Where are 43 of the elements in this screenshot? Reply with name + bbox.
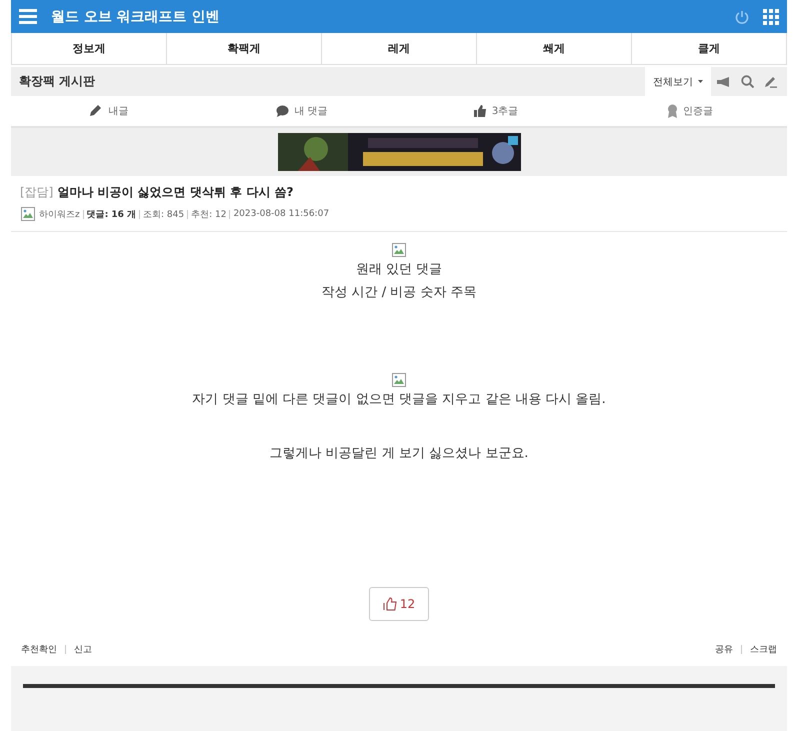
broken-image-icon [391,372,407,388]
board-tab[interactable]: 쐐게 [477,33,632,65]
speech-bubble-icon [276,105,290,117]
recommend-count: 추천: 12 [191,208,226,220]
view-select[interactable]: 전체보기 [645,67,711,96]
board-tab[interactable]: 클게 [632,33,787,65]
footer-link[interactable]: 추천확인 [21,643,57,656]
apps-grid-icon[interactable] [763,8,779,24]
post-title: [잡담] 얼마나 비공이 싫었으면 댓삭튀 후 다시 씀? [20,184,294,201]
post-date: 2023-08-08 11:56:07 [233,209,330,219]
footer-link[interactable]: 신고 [74,643,92,656]
footer-link[interactable]: 스크랩 [750,643,777,656]
author-name[interactable]: 하이워즈z [39,208,80,220]
view-count: 조회: 845 [143,208,184,220]
thumbs-up-icon [382,597,397,611]
power-icon[interactable] [735,10,749,24]
pencil-icon [88,104,104,118]
board-tab[interactable]: 레게 [322,33,477,65]
filter-link[interactable]: 내글 [11,96,205,126]
body-text: 그렇게나 비공달린 게 보기 싫으셨나 보군요. [270,445,528,463]
body-text: 작성 시간 / 비공 숫자 주목 [321,284,477,302]
broken-image-icon [391,242,407,258]
body-text: 자기 댓글 밑에 다른 댓글이 없으면 댓글을 지우고 같은 내용 다시 올림. [192,391,606,409]
filter-link[interactable]: 내 댓글 [205,96,399,126]
filter-link[interactable]: 3추글 [399,96,593,126]
board-tab[interactable]: 확팩게 [167,33,322,65]
board-title: 확장팩 게시판 [19,73,96,90]
menu-icon[interactable] [19,9,37,24]
comment-count: 16 개 [111,208,136,220]
footer-link[interactable]: 공유 [715,643,733,656]
comment-count-label: 댓글: [86,208,108,220]
medal-icon [667,104,678,118]
body-text: 원래 있던 댓글 [356,261,442,279]
board-tab[interactable]: 정보게 [12,33,167,65]
megaphone-icon[interactable] [717,76,731,86]
broken-image-icon [20,206,36,222]
search-icon[interactable] [741,75,754,88]
filter-link[interactable]: 인증글 [593,96,787,126]
like-button[interactable]: 12 [369,587,429,621]
site-title: 월드 오브 워크래프트 인벤 [51,8,221,26]
thumbs-up-icon [474,105,487,117]
caret-icon [698,80,703,83]
pencil-icon[interactable] [764,75,777,88]
